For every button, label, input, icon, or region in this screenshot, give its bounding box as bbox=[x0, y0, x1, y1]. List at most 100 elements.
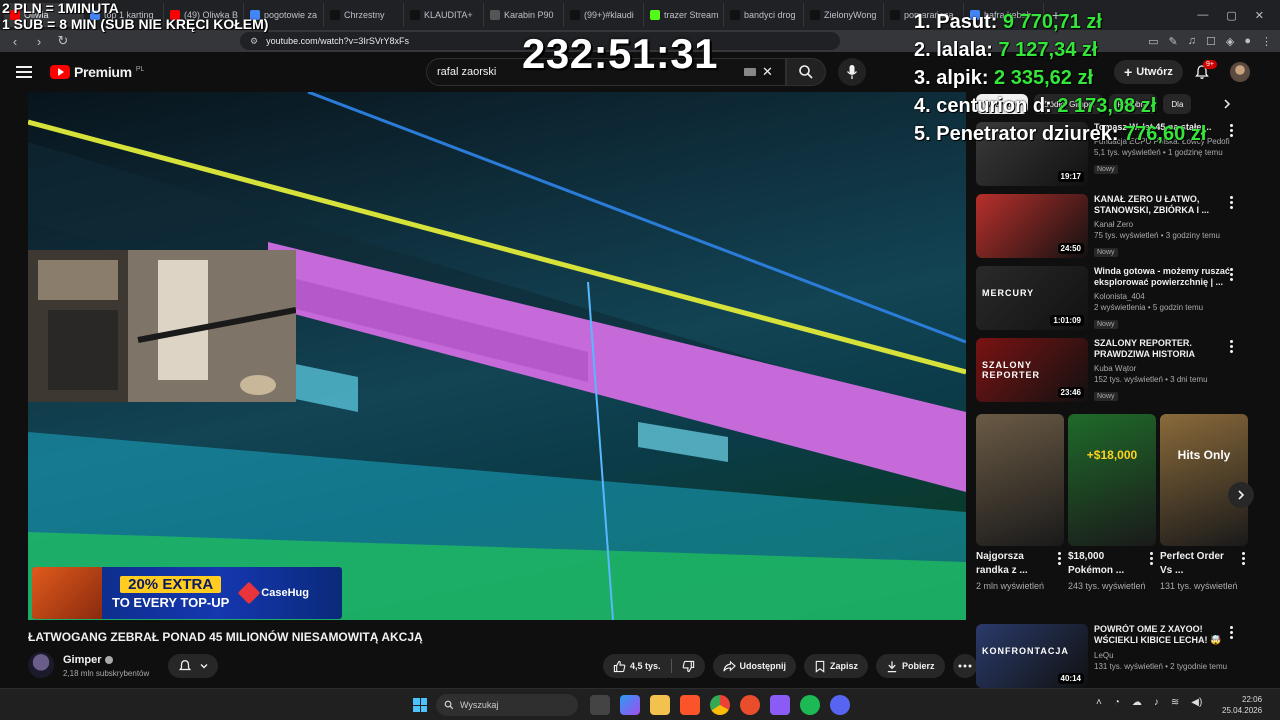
channel-name[interactable]: Kanał Zero bbox=[1094, 219, 1230, 230]
youtube-logo[interactable]: Premium PL bbox=[50, 64, 144, 80]
tab-favicon-icon bbox=[570, 10, 580, 20]
channel-avatar[interactable] bbox=[28, 652, 54, 678]
browser-tab[interactable]: KLAUDITA+ bbox=[404, 3, 484, 27]
more-options-icon[interactable] bbox=[1240, 552, 1246, 565]
video-thumbnail[interactable]: MERCURY 1:01:09 bbox=[976, 266, 1088, 330]
obs-icon[interactable] bbox=[740, 695, 760, 715]
back-icon[interactable]: ‹ bbox=[8, 34, 22, 49]
ad-brand: CaseHug bbox=[237, 581, 309, 605]
menu-icon[interactable] bbox=[16, 66, 32, 78]
browser-tab[interactable]: (99+)#klaudi bbox=[564, 3, 644, 27]
taskbar-search[interactable]: Wyszukaj bbox=[436, 694, 578, 716]
close-window-icon[interactable]: ✕ bbox=[1255, 9, 1264, 22]
channel-name-row[interactable]: Gimper bbox=[63, 654, 113, 666]
video-info: Winda gotowa - możemy ruszać eksplorować… bbox=[1094, 266, 1233, 332]
bell-icon bbox=[178, 660, 191, 671]
views-and-age: 152 tys. wyświetleń • 3 dni temu bbox=[1094, 375, 1208, 384]
channel-name[interactable]: LeQu bbox=[1094, 650, 1230, 661]
short-title[interactable]: $18,000 Pokémon ... bbox=[1068, 550, 1156, 578]
shorts-next-button[interactable] bbox=[1228, 482, 1254, 508]
menu-icon[interactable]: ⋮ bbox=[1261, 35, 1272, 48]
thumbnail-text: MERCURY bbox=[982, 288, 1035, 298]
brave-icon[interactable] bbox=[680, 695, 700, 715]
forward-icon[interactable]: › bbox=[32, 34, 46, 49]
more-actions-button[interactable] bbox=[952, 654, 977, 678]
donation-amount: 7 127,34 zł bbox=[998, 39, 1098, 61]
more-options-icon[interactable] bbox=[1228, 196, 1234, 209]
clear-search-icon[interactable]: ✕ bbox=[762, 64, 773, 80]
download-button[interactable]: Pobierz bbox=[876, 654, 945, 678]
streamer-webcam-overlay bbox=[28, 250, 296, 402]
thumbs-down-icon bbox=[682, 660, 694, 672]
more-options-icon[interactable] bbox=[1056, 552, 1062, 565]
browser-tab[interactable]: Karabin P90 bbox=[484, 3, 564, 27]
keyboard-icon[interactable] bbox=[744, 68, 756, 76]
site-info-icon[interactable]: ⚙ bbox=[250, 36, 258, 47]
recommended-video[interactable]: MERCURY 1:01:09 Winda gotowa - możemy rusz… bbox=[976, 266, 1244, 332]
more-options-icon[interactable] bbox=[1228, 626, 1234, 639]
discord-icon[interactable] bbox=[830, 695, 850, 715]
video-player[interactable] bbox=[28, 92, 966, 620]
dislike-button[interactable] bbox=[672, 654, 705, 678]
app-icon[interactable] bbox=[770, 695, 790, 715]
short-thumbnail[interactable]: +$18,000 bbox=[1068, 414, 1156, 546]
search-button[interactable] bbox=[786, 58, 826, 86]
tab-label: bandyci drog bbox=[744, 10, 796, 20]
short-title[interactable]: Najgorsza randka z ... bbox=[976, 550, 1064, 578]
task-view-icon[interactable] bbox=[590, 695, 610, 715]
network-icon[interactable]: ◔ bbox=[1114, 697, 1120, 708]
donor-name: 1. Pasut: bbox=[914, 11, 1003, 33]
browser-tab[interactable]: Chrzestny bbox=[324, 3, 404, 27]
logo-region: PL bbox=[135, 66, 145, 73]
video-title[interactable]: POWRÓT OME Z XAYOO! WŚCIEKLI KIBICE LECH… bbox=[1094, 624, 1230, 647]
browser-tab[interactable]: bandyci drog bbox=[724, 3, 804, 27]
recommended-video[interactable]: KONFRONTACJA 40:14 POWRÓT OME Z XAYOO! WŚC… bbox=[976, 624, 1244, 690]
save-button[interactable]: Zapisz bbox=[804, 654, 869, 678]
tray-chevron-icon[interactable]: ˄ bbox=[1096, 697, 1102, 708]
short-card[interactable]: +$18,000 $18,000 Pokémon ... 243 tys. wyśw… bbox=[1068, 414, 1156, 592]
thumbnail-text: SZALONY REPORTER bbox=[982, 360, 1041, 380]
reload-icon[interactable]: ↻ bbox=[56, 33, 70, 49]
mic-tray-icon[interactable]: ♪ bbox=[1154, 697, 1159, 708]
tab-favicon-icon bbox=[890, 10, 900, 20]
more-options-icon[interactable] bbox=[1228, 268, 1234, 281]
share-button[interactable]: Udostępnij bbox=[712, 654, 797, 678]
video-thumbnail[interactable]: KONFRONTACJA 40:14 bbox=[976, 624, 1088, 688]
volume-icon[interactable]: ◀) bbox=[1191, 697, 1202, 708]
copilot-icon[interactable] bbox=[620, 695, 640, 715]
video-title[interactable]: SZALONY REPORTER. PRAWDZIWA HISTORIA bbox=[1094, 338, 1230, 360]
short-card[interactable]: Najgorsza randka z ... 2 mln wyświetleń bbox=[976, 414, 1064, 592]
short-thumbnail[interactable]: Hits Only bbox=[1160, 414, 1248, 546]
spotify-icon[interactable] bbox=[800, 695, 820, 715]
more-options-icon[interactable] bbox=[1228, 340, 1234, 353]
video-title[interactable]: Winda gotowa - możemy ruszać eksplorować… bbox=[1094, 266, 1230, 288]
channel-name[interactable]: Kuba Wątor bbox=[1094, 363, 1230, 374]
subscription-bell-button[interactable] bbox=[168, 654, 218, 678]
video-thumbnail[interactable]: 24:50 bbox=[976, 194, 1088, 258]
taskbar-clock[interactable]: 22:06 25.04.2026 bbox=[1222, 694, 1262, 716]
sponsor-ad-banner[interactable]: 20% EXTRA TO EVERY TOP-UP CaseHug bbox=[32, 567, 342, 619]
verified-icon bbox=[104, 656, 113, 665]
file-explorer-icon[interactable] bbox=[650, 695, 670, 715]
voice-search-button[interactable] bbox=[838, 58, 866, 86]
recommended-video[interactable]: SZALONY REPORTER 23:46 SZALONY REPORTER. P… bbox=[976, 338, 1244, 404]
onedrive-icon[interactable]: ☁ bbox=[1132, 697, 1142, 708]
wifi-icon[interactable]: ≋ bbox=[1171, 697, 1179, 708]
short-title[interactable]: Perfect Order Vs ... bbox=[1160, 550, 1248, 578]
chrome-icon[interactable] bbox=[710, 695, 730, 715]
video-title[interactable]: KANAŁ ZERO U ŁATWO, STANOWSKI, ZBIÓRKA I… bbox=[1094, 194, 1230, 216]
donor-name: 2. lalala: bbox=[914, 39, 999, 61]
channel-name[interactable]: Gimper bbox=[63, 654, 102, 666]
like-button[interactable]: 4,5 tys. bbox=[603, 654, 671, 678]
more-options-icon[interactable] bbox=[1148, 552, 1154, 565]
donation-amount: 2 335,62 zł bbox=[994, 67, 1093, 89]
channel-name[interactable]: Kolonista_404 bbox=[1094, 291, 1230, 302]
browser-tab[interactable]: ZielonyWong bbox=[804, 3, 884, 27]
short-thumbnail[interactable] bbox=[976, 414, 1064, 546]
rate-line-2: 1 SUB = 8 MIN (SUB NIE KRĘCI KOŁEM) bbox=[2, 16, 269, 32]
download-icon bbox=[887, 660, 897, 672]
recommended-video[interactable]: 24:50 KANAŁ ZERO U ŁATWO, STANOWSKI, ZBIÓ… bbox=[976, 194, 1244, 260]
browser-tab[interactable]: trazer Stream bbox=[644, 3, 724, 27]
windows-start-icon[interactable] bbox=[413, 698, 427, 712]
video-thumbnail[interactable]: SZALONY REPORTER 23:46 bbox=[976, 338, 1088, 402]
